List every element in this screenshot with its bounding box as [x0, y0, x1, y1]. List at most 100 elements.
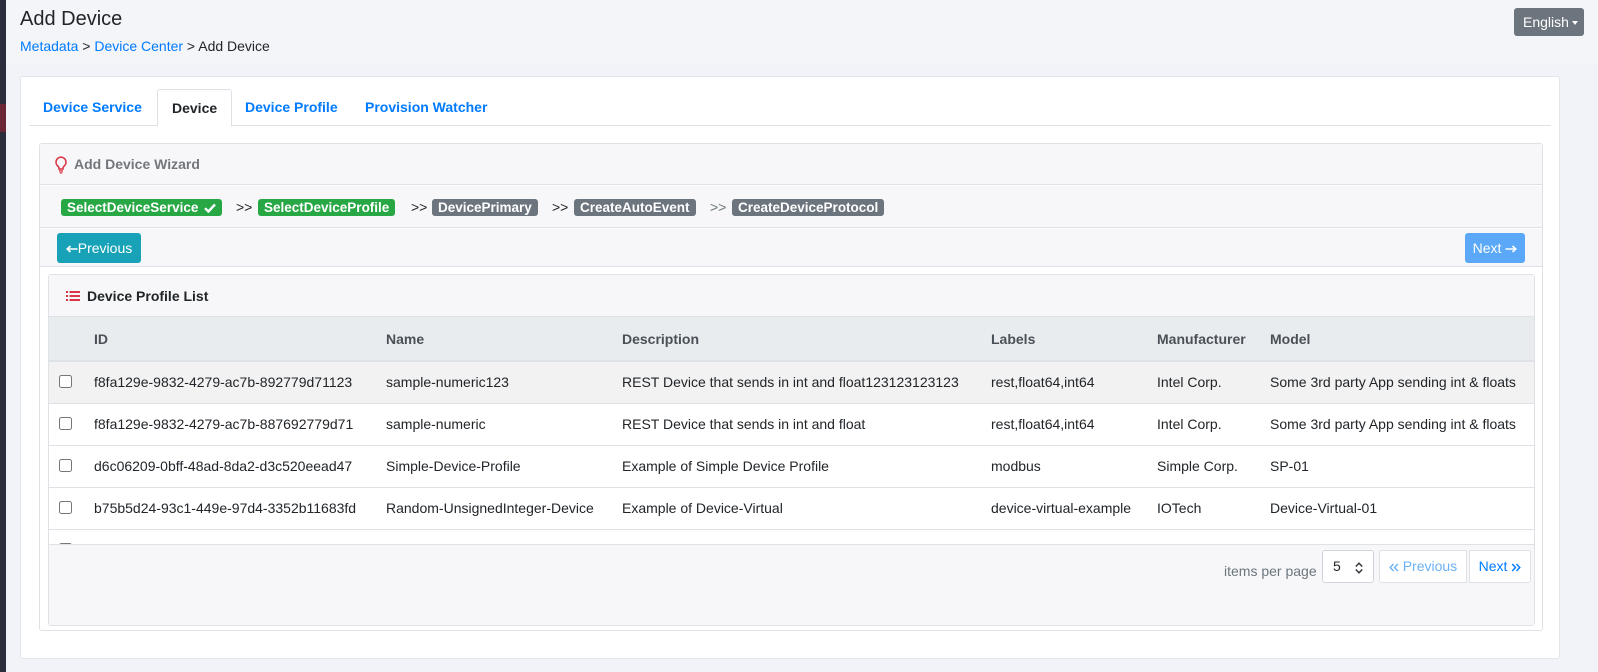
step-create-device-protocol: CreateDeviceProtocol — [732, 199, 885, 216]
step-select-device-service: SelectDeviceService — [61, 199, 223, 216]
device-profile-list-title: Device Profile List — [87, 288, 209, 304]
items-per-page-value: 5 — [1333, 558, 1341, 574]
cell-name: sample-numeric — [386, 402, 622, 445]
cell-manufacturer: Intel Corp. — [1157, 402, 1270, 445]
device-profile-list-card: Device Profile List ID Name Description … — [48, 274, 1535, 626]
column-header-labels: Labels — [991, 317, 1157, 362]
row-checkbox-cell — [49, 486, 94, 529]
step-separator: >> — [411, 199, 428, 215]
cell-labels: rest,float64,int64 — [991, 402, 1157, 445]
breadcrumb-current: Add Device — [198, 38, 270, 54]
step-device-primary: DevicePrimary — [432, 199, 538, 216]
cell-labels: device-virtual-example — [991, 486, 1157, 529]
wizard-title: Add Device Wizard — [74, 156, 200, 172]
table-row[interactable]: f8fa129e-9832-4279-ac7b-892779d71123 sam… — [49, 360, 1534, 403]
cell-name: sample-numeric123 — [386, 360, 622, 403]
tab-bar: Device Service Device Device Profile Pro… — [29, 89, 1551, 127]
row-checkbox[interactable] — [59, 375, 72, 389]
check-icon — [204, 203, 216, 214]
cell-manufacturer: Intel Corp. — [1157, 360, 1270, 403]
tab-provision-watcher[interactable]: Provision Watcher — [351, 89, 501, 126]
row-checkbox[interactable] — [59, 459, 72, 472]
device-profile-list-header: Device Profile List — [49, 275, 1534, 317]
tab-device-profile[interactable]: Device Profile — [231, 89, 352, 126]
cell-model: Some 3rd party App sending int & floats — [1270, 402, 1534, 445]
list-icon — [66, 291, 80, 301]
cell-id: f8fa129e-9832-4279-ac7b-892779d71123 — [94, 360, 386, 403]
cell-id: f8fa129e-9832-4279-ac7b-887692779d71 — [94, 402, 386, 445]
wizard-header: Add Device Wizard — [40, 144, 1542, 185]
header-checkbox-cell — [49, 317, 94, 362]
wizard-nav-row: Previous Next — [40, 229, 1542, 267]
tab-device[interactable]: Device — [157, 89, 233, 127]
breadcrumb-metadata[interactable]: Metadata — [20, 38, 78, 54]
row-checkbox-cell — [49, 402, 94, 445]
caret-down-icon — [1571, 21, 1578, 26]
sidebar-active-marker — [0, 104, 6, 132]
breadcrumb-separator: > — [183, 38, 199, 54]
main-card: Device Service Device Device Profile Pro… — [20, 76, 1560, 659]
breadcrumb-separator: > — [78, 38, 95, 54]
step-separator: >> — [552, 199, 569, 215]
column-header-model: Model — [1270, 317, 1534, 362]
pagination-bar: items per page 5 Previous Next — [49, 544, 1534, 625]
cell-model: Device-Virtual-01 — [1270, 486, 1534, 529]
step-select-device-profile: SelectDeviceProfile — [258, 199, 396, 216]
row-checkbox-cell — [49, 444, 94, 487]
tab-device-service[interactable]: Device Service — [29, 89, 156, 126]
arrow-right-icon — [1505, 245, 1518, 253]
next-label: Next — [1472, 240, 1502, 256]
cell-labels: modbus — [991, 444, 1157, 487]
cell-description: Example of Device-Virtual — [622, 486, 991, 529]
column-header-name: Name — [386, 317, 622, 362]
cell-id: d6c06209-0bff-48ad-8da2-d3c520eead47 — [94, 444, 386, 487]
cell-model: Some 3rd party App sending int & floats — [1270, 360, 1534, 403]
page-header: Add Device Metadata > Device Center > Ad… — [6, 0, 1598, 64]
cell-name: Simple-Device-Profile — [386, 444, 622, 487]
step-create-auto-event: CreateAutoEvent — [574, 199, 696, 216]
previous-label: Previous — [77, 240, 133, 256]
arrow-left-icon — [65, 245, 78, 253]
column-header-id: ID — [94, 317, 386, 362]
pagination-previous-label: Previous — [1402, 558, 1458, 574]
table-row[interactable]: f8fa129e-9832-4279-ac7b-887692779d71 sam… — [49, 402, 1534, 445]
cell-description: REST Device that sends in int and float — [622, 402, 991, 445]
next-button[interactable]: Next — [1465, 233, 1525, 263]
pagination-next-button[interactable]: Next — [1469, 550, 1531, 583]
lightbulb-icon — [55, 156, 67, 174]
row-checkbox-cell — [49, 360, 94, 403]
items-per-page-label: items per page — [1224, 563, 1317, 579]
cell-id: b75b5d24-93c1-449e-97d4-3352b11683fd — [94, 486, 386, 529]
language-dropdown[interactable]: English — [1514, 8, 1584, 36]
column-header-manufacturer: Manufacturer — [1157, 317, 1270, 362]
double-chevron-left-icon — [1389, 563, 1399, 572]
pagination-previous-button[interactable]: Previous — [1379, 550, 1467, 583]
step-label: SelectDeviceService — [67, 200, 199, 215]
cell-description: REST Device that sends in int and float1… — [622, 360, 991, 403]
step-separator: >> — [236, 199, 253, 215]
column-header-description: Description — [622, 317, 991, 362]
double-chevron-right-icon — [1512, 563, 1522, 572]
add-device-wizard: Add Device Wizard SelectDeviceService >>… — [39, 143, 1543, 631]
device-profile-table: ID Name Description Labels Manufacturer … — [49, 317, 1534, 571]
items-per-page-select[interactable]: 5 — [1322, 550, 1374, 583]
cell-labels: rest,float64,int64 — [991, 360, 1157, 403]
cell-manufacturer: IOTech — [1157, 486, 1270, 529]
table-row[interactable]: b75b5d24-93c1-449e-97d4-3352b11683fd Ran… — [49, 486, 1534, 529]
table-row[interactable]: d6c06209-0bff-48ad-8da2-d3c520eead47 Sim… — [49, 444, 1534, 487]
table-header-row: ID Name Description Labels Manufacturer … — [49, 317, 1534, 362]
cell-manufacturer: Simple Corp. — [1157, 444, 1270, 487]
page-title: Add Device — [20, 8, 123, 30]
select-arrows-icon — [1355, 562, 1363, 574]
step-separator: >> — [710, 199, 727, 215]
cell-model: SP-01 — [1270, 444, 1534, 487]
left-sidebar-strip — [0, 0, 6, 672]
wizard-steps: SelectDeviceService >> SelectDeviceProfi… — [40, 186, 1542, 228]
breadcrumb-device-center[interactable]: Device Center — [94, 38, 183, 54]
language-label: English — [1523, 14, 1569, 30]
row-checkbox[interactable] — [59, 501, 72, 514]
cell-name: Random-UnsignedInteger-Device — [386, 486, 622, 529]
previous-button[interactable]: Previous — [57, 233, 141, 263]
row-checkbox[interactable] — [59, 417, 72, 430]
breadcrumb: Metadata > Device Center > Add Device — [20, 38, 270, 54]
